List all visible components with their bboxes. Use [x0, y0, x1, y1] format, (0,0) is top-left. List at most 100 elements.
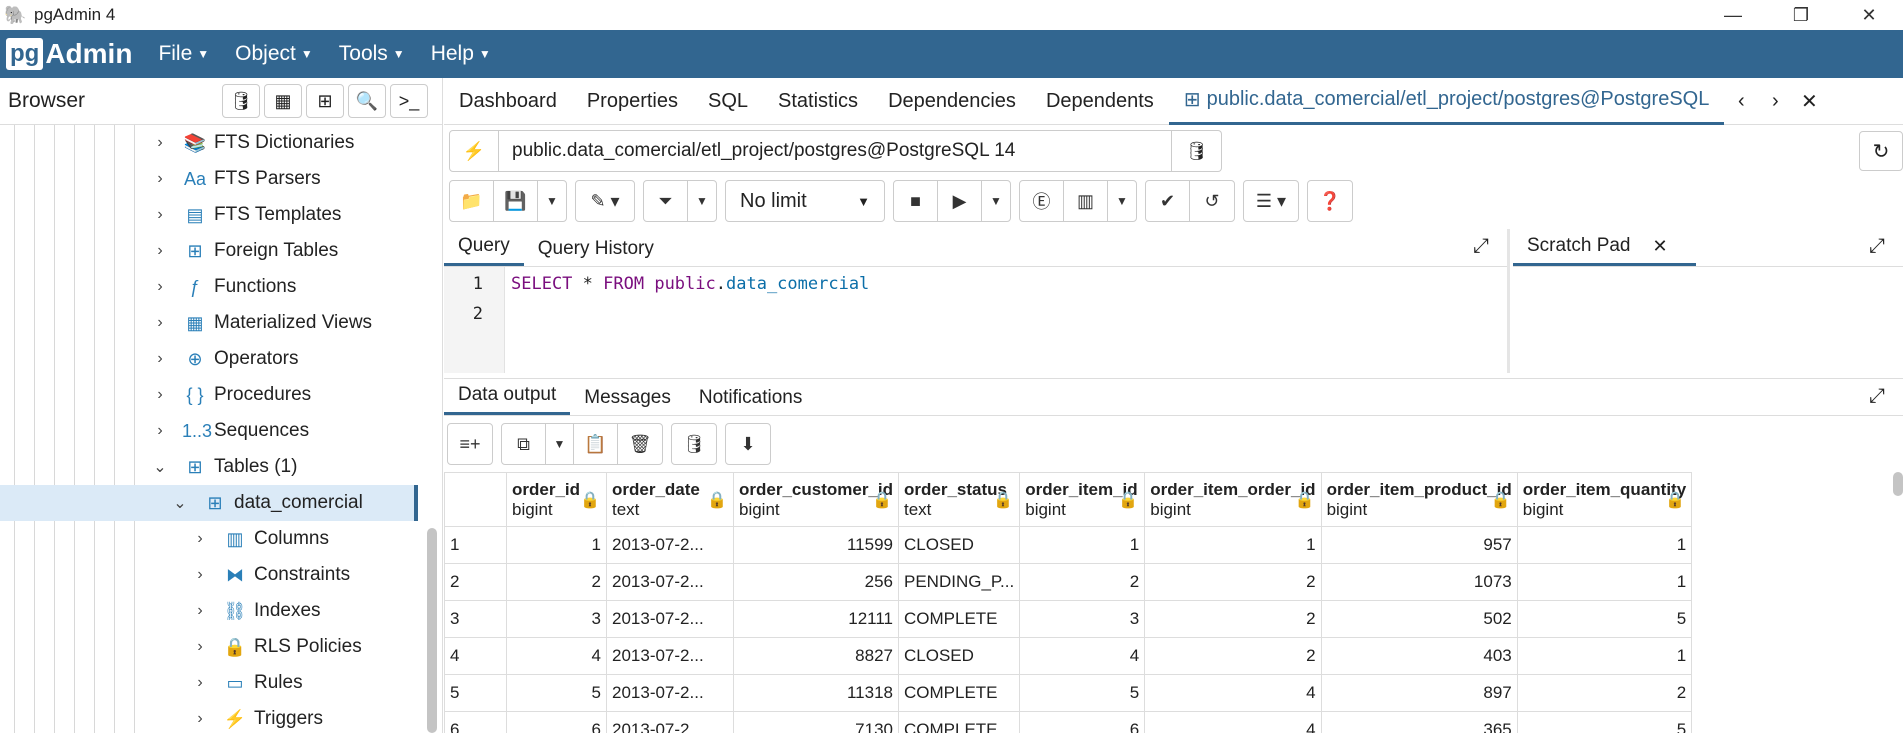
- tree-node[interactable]: › ▦ Materialized Views: [150, 305, 372, 341]
- tab-messages[interactable]: Messages: [570, 387, 685, 415]
- row-number[interactable]: 2: [444, 563, 507, 601]
- column-header[interactable]: order_item_product_id bigint 🔒: [1320, 472, 1518, 527]
- row-number[interactable]: 3: [444, 600, 507, 638]
- sql-code[interactable]: SELECT * FROM public.data_comercial: [511, 269, 869, 299]
- tab-query[interactable]: Query: [444, 235, 524, 266]
- table-cell[interactable]: PENDING_P...: [897, 563, 1021, 601]
- tree-node[interactable]: › Aa FTS Parsers: [150, 161, 320, 197]
- table-cell[interactable]: COMPLETE: [897, 711, 1021, 733]
- menu-file[interactable]: File ▼: [158, 42, 209, 66]
- minimize-icon[interactable]: —: [1699, 0, 1767, 30]
- column-header[interactable]: order_id bigint 🔒: [506, 472, 607, 527]
- table-cell[interactable]: 2: [1144, 563, 1322, 601]
- chevron-right-icon[interactable]: ›: [150, 386, 170, 404]
- table-row[interactable]: 5 5 2013-07-2... 11318 COMPLETE 5 4 897 2: [444, 674, 1693, 712]
- grid-scrollbar[interactable]: [1893, 472, 1903, 496]
- tree-node[interactable]: › 🔒 RLS Policies: [190, 629, 361, 665]
- tree-node[interactable]: › 📚 FTS Dictionaries: [150, 125, 354, 161]
- search-icon[interactable]: 🔍: [348, 84, 386, 118]
- view-data-grid-icon[interactable]: ▦: [264, 84, 302, 118]
- tab-scratch-pad[interactable]: Scratch Pad ✕: [1513, 235, 1696, 266]
- chevron-right-icon[interactable]: ›: [150, 278, 170, 296]
- column-header[interactable]: order_date text 🔒: [606, 472, 734, 527]
- edit-pencil-icon[interactable]: ✎ ▾: [576, 181, 634, 221]
- table-cell[interactable]: 2: [1516, 674, 1693, 712]
- sql-editor[interactable]: 1 2 SELECT * FROM public.data_comercial: [444, 267, 1507, 373]
- table-cell[interactable]: 3: [506, 600, 607, 638]
- chevron-right-icon[interactable]: ›: [190, 602, 210, 620]
- table-cell[interactable]: 2013-07-2...: [606, 526, 734, 564]
- table-cell[interactable]: COMPLETE: [897, 674, 1021, 712]
- save-file-icon[interactable]: 💾: [494, 181, 538, 221]
- table-cell[interactable]: 365: [1320, 711, 1518, 733]
- download-icon[interactable]: ⬇: [726, 424, 770, 464]
- column-header[interactable]: order_item_id bigint 🔒: [1019, 472, 1146, 527]
- tab-sql[interactable]: SQL: [693, 78, 763, 125]
- tree-node[interactable]: › ▥ Columns: [190, 521, 329, 557]
- menu-tools[interactable]: Tools ▼: [339, 42, 405, 66]
- table-cell[interactable]: 403: [1320, 637, 1518, 675]
- commit-icon[interactable]: ✔: [1146, 181, 1190, 221]
- execute-options-chevron-icon[interactable]: ▼: [982, 181, 1010, 221]
- explain-icon[interactable]: Ⓔ: [1020, 181, 1064, 221]
- restore-icon[interactable]: ❐: [1767, 0, 1835, 30]
- chevron-right-icon[interactable]: ›: [190, 710, 210, 728]
- table-cell[interactable]: 1: [1019, 526, 1146, 564]
- tab-scroll-left-icon[interactable]: ‹: [1724, 90, 1758, 113]
- column-header[interactable]: order_item_quantity bigint 🔒: [1516, 472, 1693, 527]
- close-icon[interactable]: ✕: [1653, 236, 1668, 257]
- table-cell[interactable]: CLOSED: [897, 637, 1021, 675]
- tab-dependencies[interactable]: Dependencies: [873, 78, 1031, 125]
- delete-icon[interactable]: 🗑: [618, 424, 662, 464]
- table-cell[interactable]: 1: [1144, 526, 1322, 564]
- table-cell[interactable]: 502: [1320, 600, 1518, 638]
- table-cell[interactable]: 1: [1516, 637, 1693, 675]
- tree-node[interactable]: › ▤ FTS Templates: [150, 197, 341, 233]
- table-cell[interactable]: CLOSED: [897, 526, 1021, 564]
- chevron-right-icon[interactable]: ›: [150, 134, 170, 152]
- tree-node[interactable]: ⌄ ⊞ data_comercial: [0, 485, 418, 521]
- chevron-down-icon[interactable]: ⌄: [150, 457, 170, 477]
- table-cell[interactable]: 2013-07-2...: [606, 637, 734, 675]
- table-row[interactable]: 1 1 2013-07-2... 11599 CLOSED 1 1 957 1: [444, 526, 1693, 564]
- chevron-right-icon[interactable]: ›: [150, 422, 170, 440]
- table-cell[interactable]: 2: [1019, 563, 1146, 601]
- row-number[interactable]: 4: [444, 637, 507, 675]
- table-cell[interactable]: 5: [1516, 711, 1693, 733]
- database-icon[interactable]: 🛢: [1172, 130, 1222, 172]
- table-cell[interactable]: 897: [1320, 674, 1518, 712]
- row-limit-select[interactable]: No limit ▼: [725, 180, 885, 222]
- expand-icon[interactable]: ⤢: [1473, 235, 1489, 258]
- refresh-icon[interactable]: ↻: [1859, 131, 1903, 171]
- table-cell[interactable]: 2013-07-2...: [606, 600, 734, 638]
- table-cell[interactable]: 5: [1019, 674, 1146, 712]
- table-cell[interactable]: 1: [1516, 526, 1693, 564]
- table-cell[interactable]: 2013-07-2...: [606, 563, 734, 601]
- tree-node[interactable]: › { } Procedures: [150, 377, 311, 413]
- table-cell[interactable]: 5: [1516, 600, 1693, 638]
- tree-node[interactable]: › ⧓ Constraints: [190, 557, 350, 593]
- table-cell[interactable]: 12111: [733, 600, 899, 638]
- table-cell[interactable]: 1: [1516, 563, 1693, 601]
- add-row-icon[interactable]: ≡+: [448, 424, 492, 464]
- tree-node[interactable]: › 1..3 Sequences: [150, 413, 309, 449]
- tree-node[interactable]: ⌄ ⊞ Tables (1): [150, 449, 297, 485]
- chevron-right-icon[interactable]: ›: [190, 566, 210, 584]
- menu-help[interactable]: Help ▼: [431, 42, 491, 66]
- tab-scroll-right-icon[interactable]: ›: [1758, 90, 1792, 113]
- chevron-right-icon[interactable]: ›: [150, 350, 170, 368]
- filter-rows-icon[interactable]: ⊞: [306, 84, 344, 118]
- table-cell[interactable]: 4: [1019, 637, 1146, 675]
- tree-node[interactable]: › ƒ Functions: [150, 269, 296, 305]
- column-header[interactable]: order_item_order_id bigint 🔒: [1144, 472, 1322, 527]
- macros-list-icon[interactable]: ☰ ▾: [1244, 181, 1298, 221]
- chevron-right-icon[interactable]: ›: [190, 674, 210, 692]
- table-cell[interactable]: 3: [1019, 600, 1146, 638]
- tree-node[interactable]: › ⚡ Triggers: [190, 701, 323, 733]
- table-row[interactable]: 6 6 2013-07-2... 7130 COMPLETE 6 4 365 5: [444, 711, 1693, 733]
- table-cell[interactable]: 7130: [733, 711, 899, 733]
- stop-icon[interactable]: ■: [894, 181, 938, 221]
- table-cell[interactable]: 6: [1019, 711, 1146, 733]
- table-cell[interactable]: 5: [506, 674, 607, 712]
- column-header[interactable]: order_customer_id bigint 🔒: [733, 472, 899, 527]
